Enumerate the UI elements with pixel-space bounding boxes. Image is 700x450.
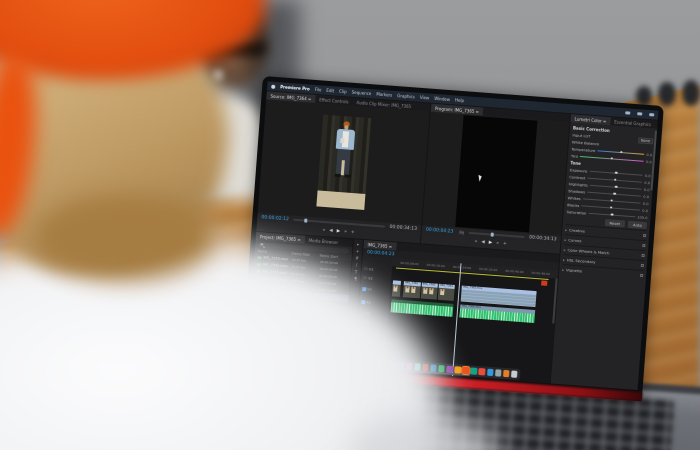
step-back-icon[interactable]: ◀ <box>329 229 333 234</box>
source-monitor-panel: Source: IMG_7364 ≡ Effect Controls Audio… <box>256 91 430 243</box>
play-icon[interactable]: ▶ <box>489 241 493 246</box>
equipment-knob <box>636 86 652 106</box>
track-select-tool-icon[interactable]: + <box>356 249 360 253</box>
menu-sequence[interactable]: Sequence <box>351 90 371 96</box>
step-forward-icon[interactable]: » <box>496 242 499 247</box>
equipment-knob <box>658 82 676 106</box>
program-monitor-panel: Program: IMG_7365 ≡ 00:00:04:23 Fit 00:0 <box>421 104 570 254</box>
mouse-cursor-icon <box>478 175 482 182</box>
dock-app-icon[interactable] <box>495 369 502 376</box>
step-forward-icon[interactable]: » <box>344 230 347 235</box>
dock-app-icon[interactable] <box>511 371 518 378</box>
input-lut-dropdown[interactable]: None <box>638 137 654 144</box>
timeline-clip[interactable]: IMG_7362 <box>420 282 438 299</box>
apple-logo-icon[interactable] <box>271 84 275 88</box>
menu-clip[interactable]: Clip <box>339 89 347 95</box>
razor-tool-icon[interactable]: / <box>356 264 358 268</box>
dock-app-icon[interactable] <box>487 369 494 376</box>
menu-file[interactable]: File <box>315 87 322 92</box>
timeline-red-marker <box>541 280 547 285</box>
search-icon <box>260 243 263 246</box>
fit-dropdown[interactable]: Fit <box>459 230 464 235</box>
section-tone[interactable]: Tone <box>570 160 581 166</box>
dock-app-icon[interactable] <box>478 368 485 375</box>
auto-button[interactable]: Auto <box>628 221 647 229</box>
step-back-icon[interactable]: ◀ <box>481 241 485 246</box>
pen-tool-icon[interactable]: ¶ <box>354 277 357 281</box>
selection-tool-icon[interactable]: ▸ <box>357 243 359 247</box>
menubar-status-icon[interactable] <box>625 111 630 114</box>
menu-help[interactable]: Help <box>455 97 464 103</box>
dock-app-icon[interactable] <box>446 366 453 373</box>
equipment-knob <box>682 80 700 106</box>
dock-app-icon[interactable] <box>470 368 477 375</box>
timeline-clip[interactable] <box>392 280 401 297</box>
play-icon[interactable]: ▶ <box>336 230 340 235</box>
tint-label: Tint <box>571 153 579 159</box>
timeline-audio-clip[interactable]: IMG_7365.mov <box>460 304 535 323</box>
checkbox-icon[interactable] <box>642 254 645 257</box>
menubar-status-icon[interactable] <box>637 112 642 115</box>
checkbox-icon[interactable] <box>641 264 644 267</box>
ripple-edit-tool-icon[interactable]: # <box>355 256 359 260</box>
dock-app-icon[interactable] <box>438 365 445 372</box>
timeline-clip[interactable]: IMG_7365.mov <box>461 286 537 308</box>
timeline-clip[interactable]: IMG_7361 <box>403 281 421 298</box>
mark-in-icon[interactable]: « <box>322 229 325 234</box>
menu-edit[interactable]: Edit <box>326 88 334 94</box>
playhead[interactable] <box>452 263 461 376</box>
menu-premiere-pro[interactable]: Premiere Pro <box>280 84 310 91</box>
foreground-person-hair-shadow <box>35 195 215 280</box>
dock-app-icon[interactable] <box>503 370 510 377</box>
menu-view[interactable]: View <box>420 95 430 101</box>
track-toggle-icon[interactable] <box>364 267 368 271</box>
dock-app-icon-active[interactable] <box>462 367 469 374</box>
export-frame-icon[interactable]: + <box>503 242 507 247</box>
program-monitor-video[interactable] <box>422 112 569 236</box>
dock-app-icon[interactable] <box>454 366 461 373</box>
menu-window[interactable]: Window <box>434 96 450 102</box>
checkbox-icon[interactable] <box>643 234 646 237</box>
mark-in-icon[interactable]: « <box>474 240 477 245</box>
program-black-frame <box>455 115 537 232</box>
track-toggle-icon[interactable] <box>363 276 367 280</box>
menubar-status-icon[interactable] <box>649 113 654 116</box>
menu-markers[interactable]: Markers <box>376 92 392 98</box>
reset-button[interactable]: Reset <box>604 219 625 228</box>
checkbox-icon[interactable] <box>640 274 643 277</box>
photo-scene: Premiere Pro File Edit Clip Sequence Mar… <box>0 0 700 450</box>
type-tool-icon[interactable]: T <box>355 270 358 274</box>
timeline-audio-clip[interactable] <box>390 299 453 317</box>
checkbox-icon[interactable] <box>642 244 645 247</box>
source-monitor-video[interactable] <box>258 99 430 225</box>
menu-graphics[interactable]: Graphics <box>397 93 415 99</box>
insert-icon[interactable]: + <box>351 231 355 236</box>
timeline-clip[interactable]: IMG_7363 <box>438 284 455 301</box>
source-clip-thumbnail <box>316 115 371 210</box>
